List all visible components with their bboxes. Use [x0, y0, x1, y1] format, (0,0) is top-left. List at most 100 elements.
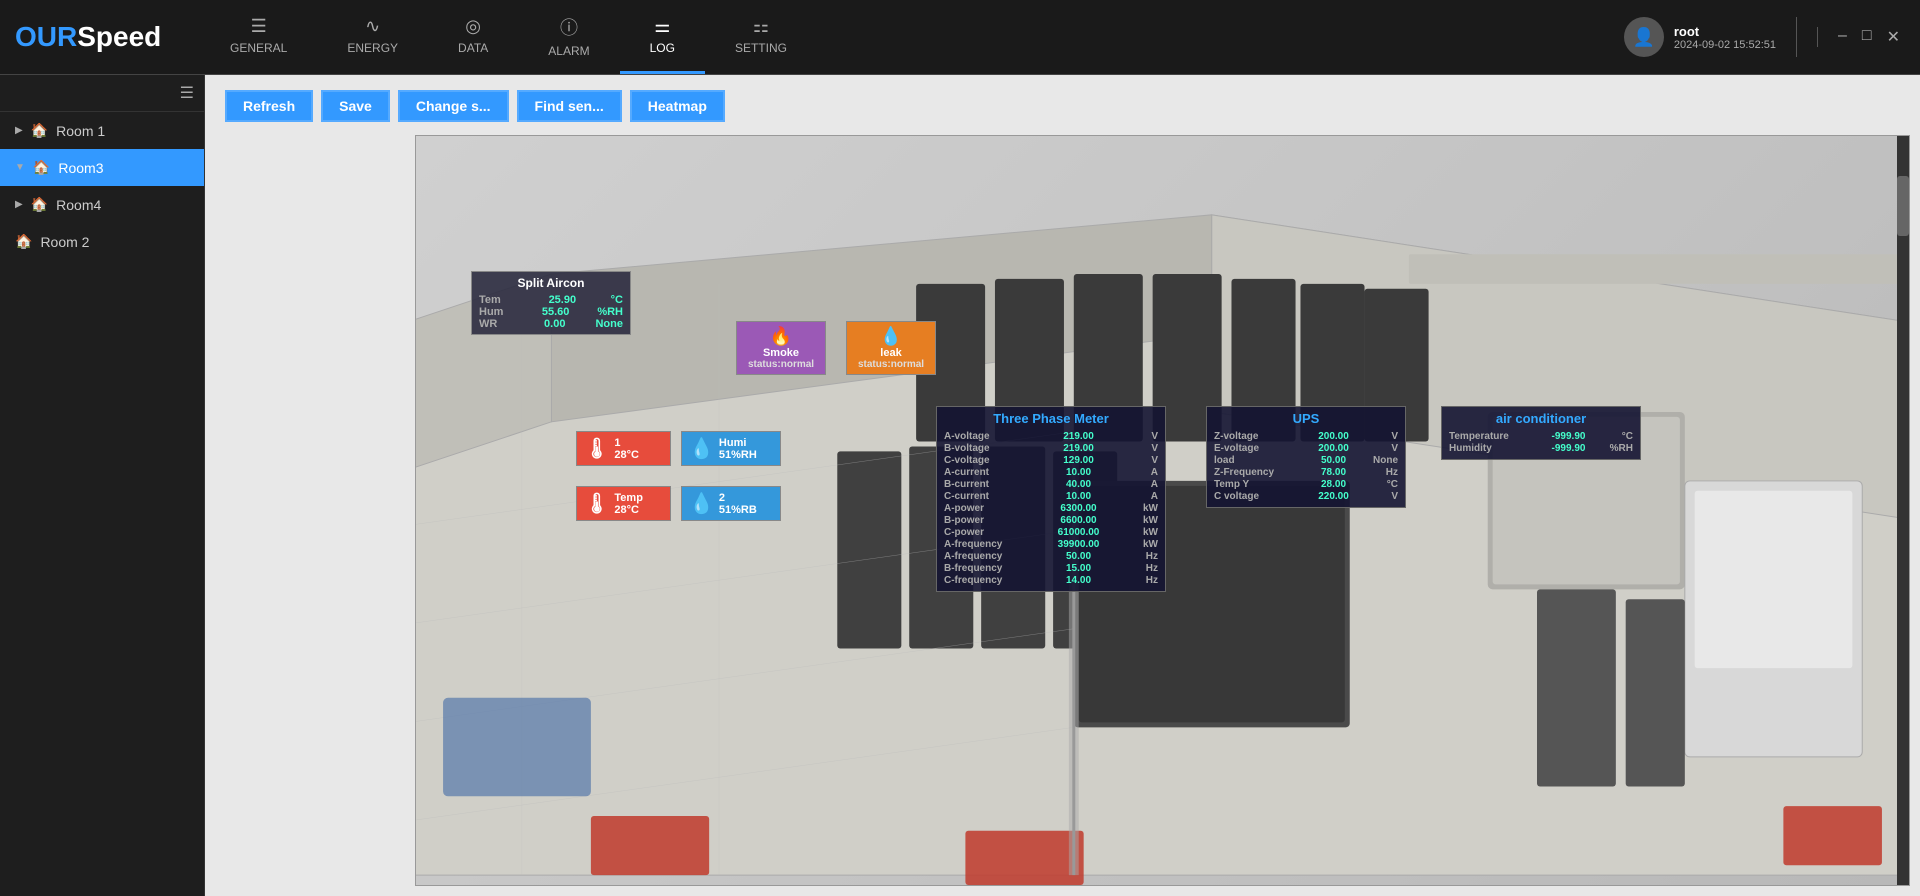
split-aircon-label-hum: Hum	[479, 306, 514, 318]
sidebar-label-room4: Room4	[56, 197, 101, 213]
nav-data-label: DATA	[458, 41, 488, 55]
three-phase-sensor[interactable]: Three Phase Meter A-voltage 219.00 V B-v…	[936, 406, 1166, 592]
ups-row-3: Z-Frequency 78.00 Hz	[1214, 467, 1398, 478]
minimize-button[interactable]: –	[1838, 27, 1847, 47]
smoke-status: status:normal	[744, 359, 818, 370]
temp1-value: 28°C	[614, 449, 639, 461]
temp2-label: Temp	[614, 492, 643, 504]
room3-icon: 🏠	[33, 159, 50, 176]
smoke-title: Smoke	[744, 347, 818, 359]
window-controls: – □ ✕	[1817, 27, 1900, 47]
split-aircon-label-tem: Tem	[479, 294, 514, 306]
datetime: 2024-09-02 15:52:51	[1674, 39, 1776, 51]
three-phase-row-9: A-frequency 39900.00 kW	[944, 539, 1158, 550]
split-aircon-label-wr: WR	[479, 318, 514, 330]
ups-row-2: load 50.00 None	[1214, 455, 1398, 466]
split-aircon-unit-tem: °C	[611, 294, 623, 306]
content-area: Refresh Save Change s... Find sen... Hea…	[205, 75, 1920, 896]
refresh-button[interactable]: Refresh	[225, 90, 313, 122]
sidebar-menu-icon[interactable]: ☰	[180, 83, 194, 103]
sidebar-item-room2[interactable]: 🏠 Room 2	[0, 223, 204, 260]
nav-data[interactable]: ◎ DATA	[428, 0, 518, 74]
change-s-button[interactable]: Change s...	[398, 90, 509, 122]
user-info: root 2024-09-02 15:52:51	[1674, 24, 1776, 51]
leak-status: status:normal	[854, 359, 928, 370]
sidebar-item-room1[interactable]: ▶ 🏠 Room 1	[0, 112, 204, 149]
expand-icon-room1: ▶	[15, 125, 23, 136]
heatmap-button[interactable]: Heatmap	[630, 90, 725, 122]
three-phase-row-5: C-current 10.00 A	[944, 491, 1158, 502]
top-right: 👤 root 2024-09-02 15:52:51 – □ ✕	[1624, 17, 1920, 57]
scrollbar-thumb[interactable]	[1897, 176, 1909, 236]
room2-icon: 🏠	[15, 233, 32, 250]
split-aircon-unit-hum: %RH	[597, 306, 623, 318]
save-button[interactable]: Save	[321, 90, 390, 122]
nav-alarm-label: ALARM	[548, 44, 589, 58]
air-cond-row-1: Humidity -999.90 %RH	[1449, 443, 1633, 454]
right-scrollbar[interactable]	[1897, 136, 1909, 885]
energy-icon: ∿	[365, 16, 380, 37]
humi2-label: 2	[719, 492, 757, 504]
three-phase-row-3: A-current 10.00 A	[944, 467, 1158, 478]
ups-row-0: Z-voltage 200.00 V	[1214, 431, 1398, 442]
sidebar-item-room3[interactable]: ▼ 🏠 Room3	[0, 149, 204, 186]
humi1-sensor[interactable]: 💧 Humi 51%RH	[681, 431, 781, 466]
humi2-content: 2 51%RB	[719, 492, 757, 516]
temp2-sensor[interactable]: 🌡 Temp 28°C	[576, 486, 671, 521]
temp1-content: 1 28°C	[614, 437, 639, 461]
expand-icon-room3: ▼	[15, 162, 25, 173]
ups-row-1: E-voltage 200.00 V	[1214, 443, 1398, 454]
three-phase-row-12: C-frequency 14.00 Hz	[944, 575, 1158, 586]
humi1-label: Humi	[719, 437, 757, 449]
top-bar: OURSpeed ☰ GENERAL ∿ ENERGY ◎ DATA ⓘ ALA…	[0, 0, 1920, 75]
air-cond-row-0: Temperature -999.90 °C	[1449, 431, 1633, 442]
maximize-button[interactable]: □	[1862, 27, 1872, 47]
smoke-sensor[interactable]: 🔥 Smoke status:normal	[736, 321, 826, 375]
expand-icon-room4: ▶	[15, 199, 23, 210]
nav-alarm[interactable]: ⓘ ALARM	[518, 0, 619, 74]
sidebar-label-room1: Room 1	[56, 123, 105, 139]
sidebar-label-room2: Room 2	[40, 234, 89, 250]
humi1-content: Humi 51%RH	[719, 437, 757, 461]
split-aircon-sensor[interactable]: Split Aircon Tem 25.90 °C Hum 55.60 %RH …	[471, 271, 631, 335]
nav-energy[interactable]: ∿ ENERGY	[317, 0, 428, 74]
find-sen-button[interactable]: Find sen...	[517, 90, 622, 122]
close-button[interactable]: ✕	[1887, 27, 1900, 47]
three-phase-row-1: B-voltage 219.00 V	[944, 443, 1158, 454]
alarm-icon: ⓘ	[560, 14, 578, 40]
smoke-icon: 🔥	[744, 326, 818, 347]
temp1-sensor[interactable]: 🌡 1 28°C	[576, 431, 671, 466]
nav-general[interactable]: ☰ GENERAL	[200, 0, 317, 74]
username: root	[1674, 24, 1776, 39]
ups-row-5: C voltage 220.00 V	[1214, 491, 1398, 502]
temp1-label: 1	[614, 437, 639, 449]
split-aircon-title: Split Aircon	[479, 276, 623, 290]
split-aircon-val-hum: 55.60	[542, 306, 570, 318]
leak-sensor[interactable]: 💧 leak status:normal	[846, 321, 936, 375]
humi2-sensor[interactable]: 💧 2 51%RB	[681, 486, 781, 521]
three-phase-row-6: A-power 6300.00 kW	[944, 503, 1158, 514]
split-aircon-val-tem: 25.90	[549, 294, 577, 306]
nav-energy-label: ENERGY	[347, 41, 398, 55]
log-icon: ⚌	[654, 16, 670, 37]
three-phase-row-0: A-voltage 219.00 V	[944, 431, 1158, 442]
temp2-value: 28°C	[614, 504, 643, 516]
ups-row-4: Temp Y 28.00 °C	[1214, 479, 1398, 490]
split-aircon-unit-wr: None	[595, 318, 623, 330]
toolbar: Refresh Save Change s... Find sen... Hea…	[225, 90, 725, 122]
main-area: ☰ ▶ 🏠 Room 1 ▼ 🏠 Room3 ▶ 🏠 Room4 🏠 Room …	[0, 75, 1920, 896]
humi2-value: 51%RB	[719, 504, 757, 516]
air-conditioner-sensor[interactable]: air conditioner Temperature -999.90 °C H…	[1441, 406, 1641, 460]
sidebar-item-room4[interactable]: ▶ 🏠 Room4	[0, 186, 204, 223]
room4-icon: 🏠	[31, 196, 48, 213]
temp1-icon: 🌡	[584, 436, 609, 461]
room1-icon: 🏠	[31, 122, 48, 139]
split-aircon-row-hum: Hum 55.60 %RH	[479, 306, 623, 318]
ups-sensor[interactable]: UPS Z-voltage 200.00 V E-voltage 200.00 …	[1206, 406, 1406, 508]
humi1-icon: 💧	[689, 436, 714, 461]
nav-setting[interactable]: ⚏ SETTING	[705, 0, 817, 74]
nav-items: ☰ GENERAL ∿ ENERGY ◎ DATA ⓘ ALARM ⚌ LOG …	[200, 0, 1624, 74]
ups-title: UPS	[1214, 411, 1398, 426]
humi2-icon: 💧	[689, 491, 714, 516]
nav-log[interactable]: ⚌ LOG	[620, 0, 705, 74]
